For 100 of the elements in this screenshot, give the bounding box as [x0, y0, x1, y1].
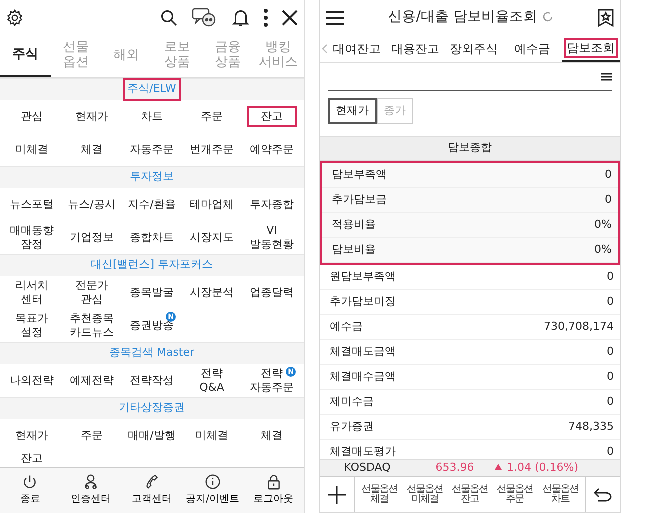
bookmark-star-icon[interactable] [598, 8, 614, 26]
row-value: 730,708,174 [544, 318, 614, 335]
list-icon[interactable] [601, 72, 612, 80]
menu-item[interactable]: VI 발동현황 [244, 221, 300, 254]
menu-item[interactable]: 시장지도 [184, 228, 240, 248]
menu-item[interactable]: 투자종합 [244, 194, 300, 214]
menu-item[interactable]: 전문가 관심 [70, 276, 114, 309]
row-value: 0 [605, 192, 612, 208]
row-value: 0% [594, 216, 612, 233]
menu-item[interactable]: 종목발굴 [124, 282, 180, 302]
row-label: 체결매수금액 [330, 368, 396, 385]
refresh-icon[interactable] [542, 11, 554, 24]
section-title: 대신[밸런스] 투자포커스 [90, 257, 214, 274]
row-value: 748,335 [568, 418, 614, 435]
row-value: 0 [605, 166, 612, 183]
people-icon [83, 474, 100, 490]
row-label: 담보비율 [332, 242, 376, 258]
menu-item[interactable]: 잔고 [15, 448, 49, 467]
menu-item[interactable]: 예약주문 [244, 140, 300, 160]
row-label: 유가증권 [330, 418, 374, 435]
row-value: 0 [607, 394, 614, 410]
tab[interactable]: 대용잔고 [386, 35, 445, 62]
menu-item[interactable]: 추천종목 카드뉴스 [64, 309, 120, 342]
index-change: 1.04 (0.16%) [495, 460, 579, 476]
shortcut-button[interactable]: 선물옵션 미체결 [402, 477, 448, 512]
row-label: 추가담보금 [332, 192, 387, 208]
menu-item[interactable]: 예제전략 [64, 370, 120, 390]
index-name: KOSDAQ [343, 460, 392, 476]
shortcut-button[interactable]: 선물옵션 잔고 [447, 477, 493, 512]
menu-item[interactable]: 자동주문 [124, 140, 180, 160]
more-icon[interactable] [264, 8, 268, 26]
menu-item[interactable]: 뉴스/공시 [62, 194, 122, 214]
shortcut-button[interactable]: 선물옵션 차트 [538, 477, 584, 512]
toggle-button[interactable]: 현재가 [328, 98, 377, 124]
nav-button[interactable]: 로그아웃 [243, 468, 304, 513]
row-label: 추가담보미징 [330, 294, 396, 310]
shortcut-button[interactable]: 선물옵션 주문 [492, 477, 538, 512]
nav-button[interactable]: 공지/이벤트 [182, 468, 244, 513]
menu-item[interactable]: 현재가 [70, 106, 114, 126]
menu-item[interactable]: 나의전략 [4, 370, 60, 390]
menu-item[interactable]: 미체결 [10, 140, 54, 160]
section-title: 주식/ELW [122, 78, 182, 101]
row-label: 제미수금 [330, 394, 374, 410]
nav-button[interactable]: 인증센터 [60, 468, 122, 513]
section-title: 투자정보 [129, 169, 175, 186]
tab[interactable]: 장외주식 [444, 35, 504, 62]
menu-item[interactable]: 목표가 설정 [10, 309, 54, 342]
menu-item[interactable]: 매매/발행 [122, 426, 182, 446]
menu-item[interactable]: 테마업체 [184, 194, 240, 214]
row-value: 0% [594, 242, 612, 258]
menu-item[interactable]: 업종달력 [244, 282, 300, 302]
menu-item[interactable]: 주문 [75, 426, 109, 446]
search-icon[interactable] [160, 8, 178, 26]
bell-icon[interactable] [232, 8, 250, 28]
chatbot-icon[interactable] [192, 6, 218, 28]
row-label: 담보부족액 [332, 166, 387, 183]
row-value: 0 [607, 368, 614, 385]
tab[interactable]: 예수금 [503, 35, 562, 62]
menu-item[interactable]: 체결 [255, 426, 289, 446]
row-value: 0 [607, 344, 614, 360]
menu-item[interactable]: 번개주문 [184, 140, 240, 160]
section-title: 종목검색 Master [108, 345, 196, 362]
menu-item[interactable]: 종합차트 [124, 228, 180, 248]
settings-icon[interactable] [6, 8, 24, 26]
up-triangle-icon [495, 464, 502, 470]
nav-button[interactable]: 고객센터 [122, 468, 182, 513]
section-title: 기타상장증권 [118, 400, 186, 416]
menu-item[interactable]: 차트 [135, 106, 169, 126]
menu-item[interactable]: 기업정보 [64, 228, 120, 248]
menu-item[interactable]: 뉴스포털 [4, 194, 60, 214]
menu-item[interactable]: 주문 [195, 106, 229, 126]
row-label: 체결매도평가 [330, 444, 396, 459]
nav-button[interactable]: 종료 [0, 468, 61, 513]
menu-item[interactable]: 전략작성 [124, 370, 180, 390]
tab[interactable]: 대여잔고 [328, 35, 386, 62]
shortcut-button[interactable]: 선물옵션 체결 [357, 477, 402, 512]
menu-item[interactable]: 지수/환율 [122, 194, 182, 214]
close-icon[interactable] [282, 10, 298, 26]
power-icon [22, 474, 38, 490]
menu-item[interactable]: 체결 [75, 140, 109, 160]
row-label: 원담보부족액 [330, 268, 396, 285]
menu-item[interactable]: 매매동향 잠정 [4, 221, 60, 254]
menu-item[interactable]: 전략 Q&A [182, 364, 242, 397]
row-value: 0 [607, 268, 614, 285]
menu-item[interactable]: 관심 [15, 106, 49, 126]
row-value: 0 [607, 444, 614, 459]
menu-item[interactable]: 리서치 센터 [10, 276, 54, 309]
menu-item[interactable]: 미체결 [190, 426, 234, 446]
row-label: 체결매도금액 [330, 344, 396, 360]
back-arrow-icon [594, 488, 612, 502]
phone-icon [144, 474, 160, 490]
menu-item[interactable]: 잔고 [247, 106, 297, 128]
row-label: 예수금 [330, 318, 363, 335]
lock-icon [266, 474, 282, 490]
menu-icon[interactable] [326, 10, 344, 24]
menu-item[interactable]: 시장분석 [184, 282, 240, 302]
row-label: 적용비율 [332, 216, 376, 233]
section-title: 담보종합 [448, 140, 492, 156]
menu-item[interactable]: 현재가 [10, 426, 54, 446]
row-value: 0 [607, 294, 614, 310]
